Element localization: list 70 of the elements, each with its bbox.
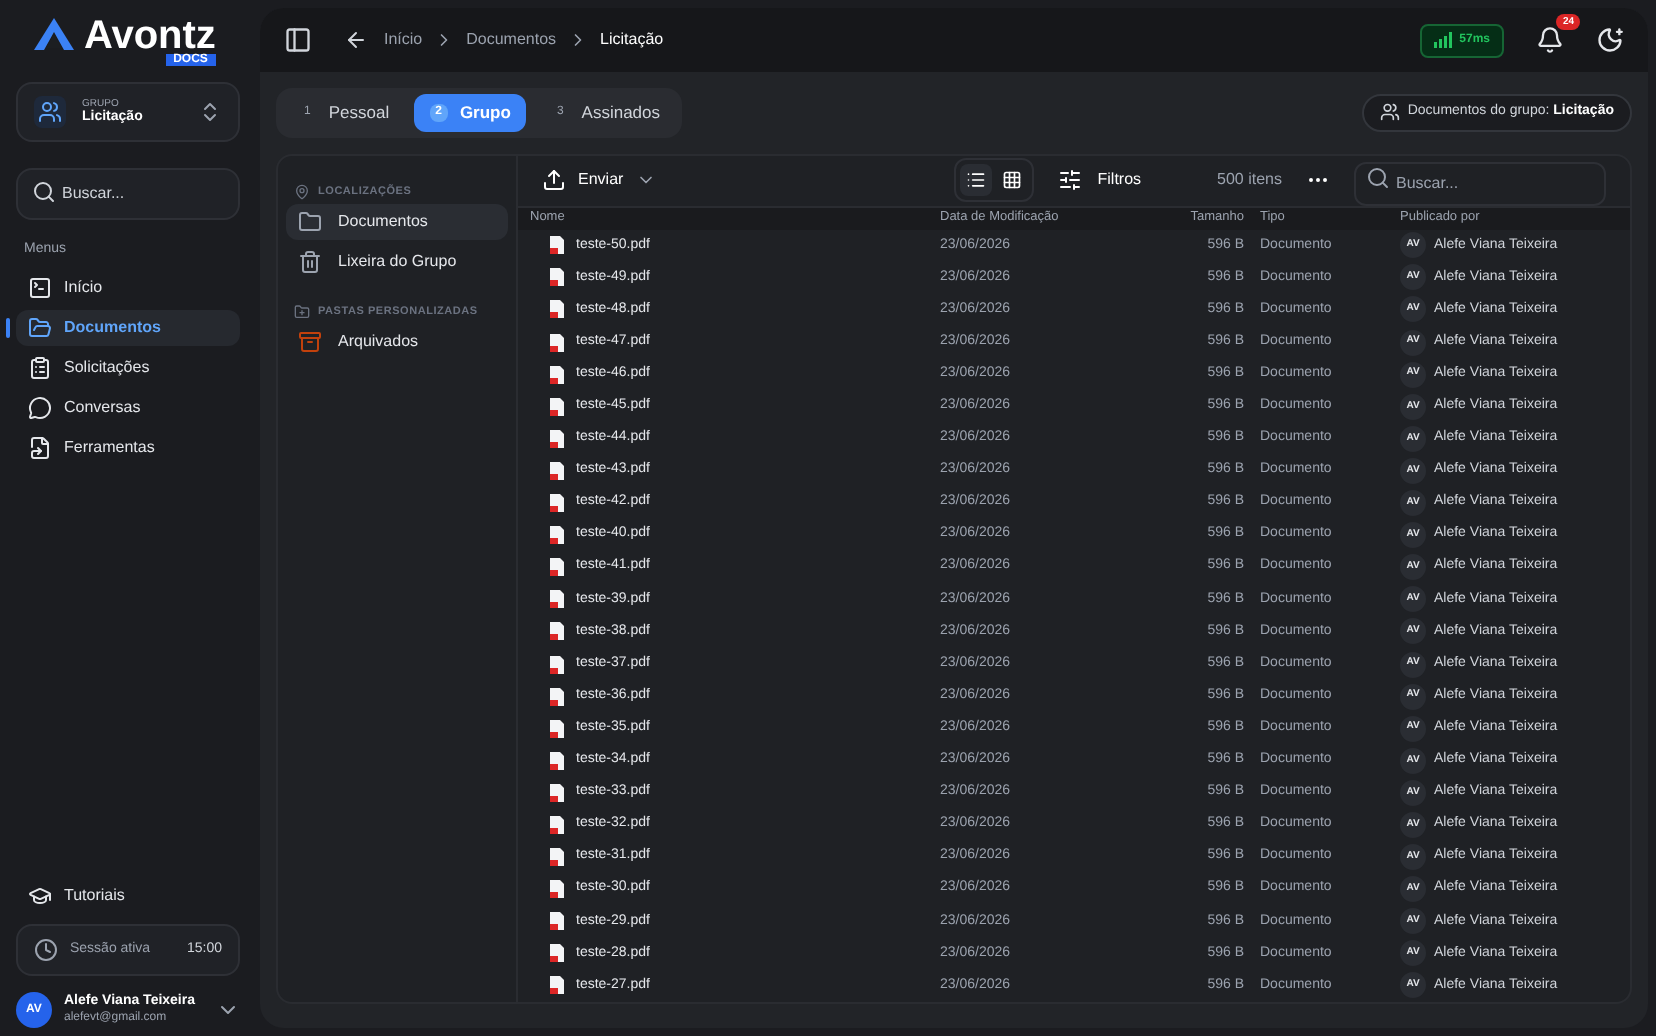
active-indicator [6,317,10,337]
pdf-file-icon [550,751,564,770]
chat-bubble-icon [28,395,52,419]
pdf-file-icon [550,815,564,834]
menu-item[interactable]: Documentos [16,309,240,345]
file-icon [28,435,52,459]
search-icon [32,180,56,204]
menu-item[interactable]: Solicitações [16,349,240,385]
logo-icon [32,16,76,52]
pdf-file-icon [550,944,564,963]
archive-icon [298,330,322,355]
breadcrumb: Licitação [600,28,664,52]
upload-button[interactable]: Enviar [542,168,656,193]
pdf-file-icon [550,300,564,319]
group-icon [34,96,66,128]
pdf-file-icon [550,783,564,802]
folder-icon [28,315,52,339]
breadcrumb[interactable]: Documentos [466,28,557,52]
folder-item[interactable]: Documentos [286,204,508,240]
pdf-file-icon [550,397,564,416]
pdf-file-icon [550,622,564,641]
pdf-file-icon [550,365,564,384]
pdf-file-icon [550,526,564,545]
pdf-file-icon [550,558,564,577]
search-icon [1366,165,1390,190]
sidebar-toggle-icon[interactable] [284,26,312,54]
menu-item[interactable]: Conversas [16,389,240,425]
notifications-icon[interactable] [1536,26,1564,54]
item-count: 500 itens [1217,168,1282,193]
pdf-file-icon [550,912,564,931]
grid-icon [1001,170,1022,191]
sliders-icon [1057,168,1082,193]
pdf-file-icon [550,429,564,448]
theme-toggle-icon[interactable] [1596,26,1624,54]
search-field[interactable]: Buscar... [1354,161,1606,206]
clock-icon [34,938,58,962]
graduation-cap-icon [28,884,52,908]
menu-item[interactable]: Ferramentas [16,429,240,465]
folder-icon [298,210,322,234]
logo-wordmark: Avontz [84,16,216,56]
pdf-file-icon [550,494,564,513]
pdf-file-icon [550,461,564,480]
pdf-file-icon [550,848,564,867]
pdf-file-icon [550,687,564,706]
pdf-file-icon [550,719,564,738]
filters-button[interactable]: Filtros [1057,168,1142,193]
tutorials-link[interactable]: Tutoriais [16,876,240,916]
back-arrow-icon[interactable] [344,28,368,52]
pdf-file-icon [550,655,564,674]
pdf-file-icon [550,333,564,352]
trash-icon [298,250,322,274]
clipboard-icon [28,355,52,379]
folder-plus-icon [294,304,310,321]
folder-item[interactable]: Lixeira do Grupo [286,244,508,280]
users-icon [1379,102,1400,123]
folder-item[interactable]: Arquivados [286,324,508,361]
menu-item[interactable]: Início [16,269,240,305]
signal-icon [1433,32,1452,48]
pdf-file-icon [550,880,564,899]
breadcrumb[interactable]: Início [384,28,423,52]
list-view-button[interactable] [959,164,992,197]
chevrons-icon [198,100,222,124]
pdf-file-icon [550,976,564,995]
search-field[interactable]: Buscar... [16,168,240,220]
pdf-file-icon [550,268,564,287]
pdf-file-icon [550,236,564,255]
upload-icon [542,168,566,193]
pdf-file-icon [550,590,564,609]
map-pin-icon [294,183,310,200]
terminal-icon [28,275,52,299]
